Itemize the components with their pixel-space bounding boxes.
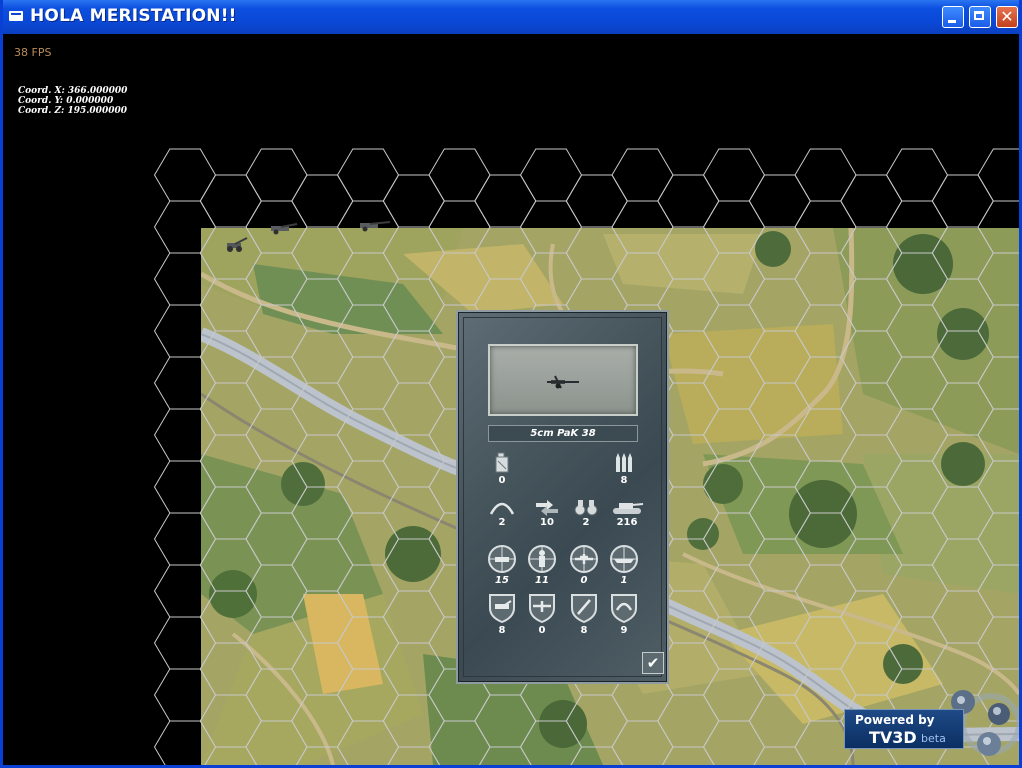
hex-cell[interactable] — [245, 148, 308, 202]
hex-cell[interactable] — [977, 148, 1019, 202]
hex-cell[interactable] — [519, 148, 583, 202]
stat-hard-attack: 15 — [482, 544, 522, 586]
window-title: HOLA MERISTATION!! — [30, 6, 237, 26]
close-defense-shield-icon — [571, 594, 597, 624]
cost-value: 216 — [616, 517, 638, 528]
hex-cell[interactable] — [840, 174, 903, 228]
antitank-gun-icon — [547, 375, 579, 389]
hex-cell[interactable] — [291, 174, 354, 228]
stat-spotting: 2 — [566, 498, 606, 528]
stat-ground-defense: 8 — [482, 592, 522, 636]
close-button[interactable]: ✕ — [996, 6, 1018, 28]
movement-value: 10 — [540, 517, 554, 528]
fps-counter: 38 FPS — [14, 46, 52, 59]
tank-icon — [613, 503, 644, 514]
soft-attack-value: 11 — [535, 575, 549, 586]
air-attack-icon — [570, 545, 598, 573]
stat-fuel: 0 — [482, 452, 522, 486]
hex-cell[interactable] — [428, 148, 491, 202]
coordinate-readout: Coord. X: 366.000000 Coord. Y: 0.000000 … — [18, 86, 127, 116]
ammo-value: 8 — [620, 475, 628, 486]
hex-cell[interactable] — [336, 148, 400, 202]
coord-x: Coord. X: 366.000000 — [18, 86, 128, 96]
hex-cell[interactable] — [199, 174, 262, 228]
hex-cell[interactable] — [748, 174, 811, 228]
close-icon: ✕ — [1000, 7, 1014, 26]
stat-naval-attack: 1 — [604, 544, 644, 586]
stat-movement: 10 — [527, 498, 567, 528]
ground-defense-value: 8 — [498, 625, 506, 636]
naval-attack-value: 1 — [620, 575, 628, 586]
stat-air-attack: 0 — [564, 544, 604, 586]
ground-defense-shield-icon — [489, 594, 515, 624]
unit-preview — [488, 344, 638, 416]
soft-attack-icon — [528, 545, 556, 573]
binoculars-icon — [574, 500, 598, 516]
hex-cell[interactable] — [565, 174, 628, 228]
hex-cell[interactable] — [153, 148, 217, 202]
hex-cell[interactable] — [702, 148, 766, 202]
hard-attack-value: 15 — [495, 575, 509, 586]
logo-powered-by: Powered by — [855, 713, 935, 727]
minimize-button[interactable] — [942, 6, 964, 28]
naval-attack-icon — [610, 545, 638, 573]
hard-attack-icon — [488, 545, 516, 573]
hex-cell[interactable] — [474, 174, 537, 228]
game-window: HOLA MERISTATION!! ✕ 38 FPS Coord. X: 36… — [0, 0, 1022, 768]
fuel-value: 0 — [498, 475, 506, 486]
stat-cost: 216 — [607, 498, 647, 528]
ammo-icon — [616, 453, 632, 472]
stat-ammo: 8 — [604, 452, 644, 486]
hex-cell[interactable] — [382, 174, 445, 228]
air-defense-value: 0 — [538, 625, 546, 636]
range-value: 2 — [498, 517, 506, 528]
coord-z: Coord. Z: 195.000000 — [18, 106, 127, 116]
initiative-shield-icon — [611, 594, 637, 624]
air-attack-value: 0 — [580, 575, 588, 586]
title-bar[interactable]: HOLA MERISTATION!! ✕ — [3, 0, 1019, 34]
hex-cell[interactable] — [611, 148, 674, 202]
checkmark-icon: ✔ — [646, 654, 660, 672]
movement-arrows-icon — [536, 500, 558, 516]
hex-cell[interactable] — [885, 148, 949, 202]
maximize-button[interactable] — [969, 6, 991, 28]
stat-close-defense: 8 — [564, 592, 604, 636]
hex-cell[interactable] — [657, 174, 720, 228]
unit-name-label: 5cm PaK 38 — [488, 425, 638, 442]
stat-air-defense: 0 — [522, 592, 562, 636]
hex-cell[interactable] — [931, 174, 994, 228]
stat-range: 2 — [482, 498, 522, 528]
close-defense-value: 8 — [580, 625, 588, 636]
app-window-icon[interactable] — [9, 11, 23, 21]
stat-initiative: 9 — [604, 592, 644, 636]
spotting-value: 2 — [582, 517, 590, 528]
coord-y: Coord. Y: 0.000000 — [18, 96, 114, 106]
fuel-can-icon — [495, 452, 509, 473]
unit-info-panel: 5cm PaK 38 0 8 2 10 2 216 15 11 0 1 8 0 … — [456, 310, 669, 684]
logo-engine-name: TV3D — [869, 728, 917, 747]
range-arc-icon — [489, 502, 515, 515]
engine-logo: Powered by TV3D beta — [841, 684, 1019, 765]
confirm-button[interactable]: ✔ — [642, 652, 664, 674]
initiative-value: 9 — [620, 625, 628, 636]
logo-beta: beta — [921, 732, 946, 745]
hex-cell[interactable] — [794, 148, 857, 202]
air-defense-shield-icon — [529, 594, 555, 624]
stat-soft-attack: 11 — [522, 544, 562, 586]
game-viewport[interactable]: 38 FPS Coord. X: 366.000000 Coord. Y: 0.… — [3, 34, 1019, 765]
logo-badge: Powered by TV3D beta — [844, 709, 964, 749]
